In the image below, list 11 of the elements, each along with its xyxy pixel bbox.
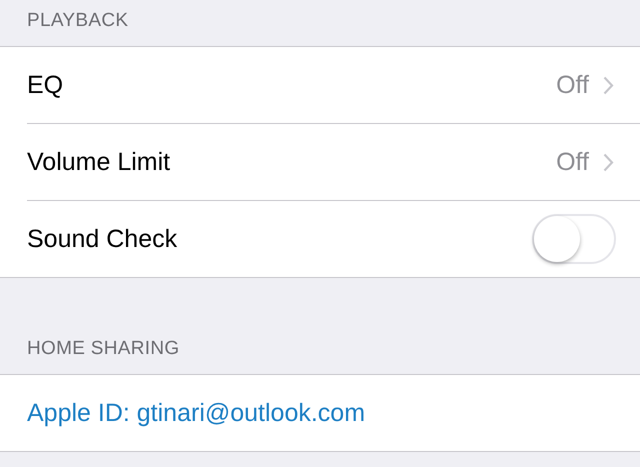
row-value: Off xyxy=(556,148,589,176)
row-value: Off xyxy=(556,70,589,100)
chevron-icon[interactable] xyxy=(603,76,614,94)
account-link[interactable]: Apple ID: gtinari@outlook.com xyxy=(27,398,614,428)
row-label: Sound Check xyxy=(27,224,178,254)
row-label: Volume Limit xyxy=(27,148,172,176)
section-header: HOME SHARING xyxy=(27,338,180,360)
section-header: PLAYBACK xyxy=(27,10,128,32)
chevron-icon[interactable] xyxy=(603,152,614,172)
row-label: EQ xyxy=(27,70,64,100)
toggle-switch[interactable] xyxy=(532,214,616,264)
